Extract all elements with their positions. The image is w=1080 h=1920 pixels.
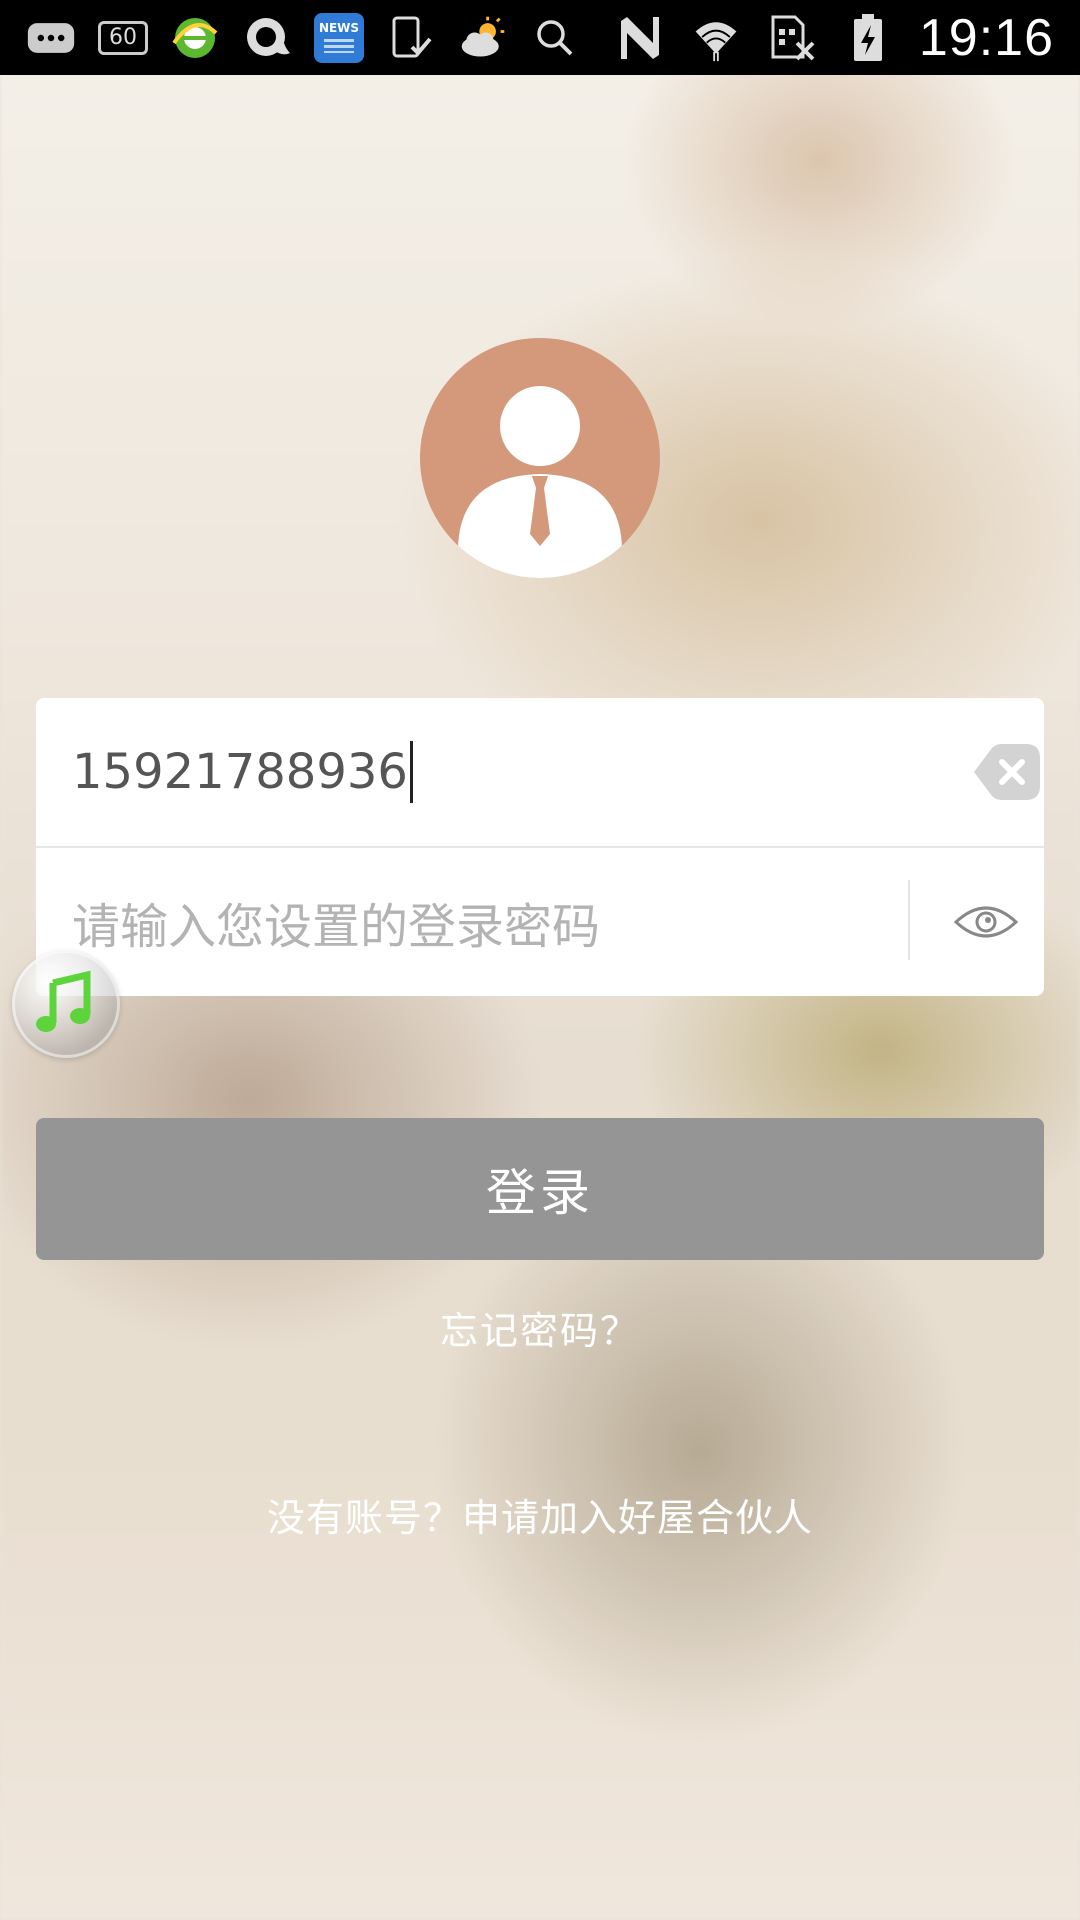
login-button[interactable]: 登录 xyxy=(36,1118,1044,1260)
battery-charging-icon xyxy=(843,13,893,63)
forgot-password-link[interactable]: 忘记密码？ xyxy=(0,1300,1080,1355)
floating-music-button[interactable] xyxy=(12,950,120,1058)
phone-input[interactable]: 15921788936 xyxy=(72,698,413,846)
password-input-placeholder: 请输入您设置的登录密码 xyxy=(72,899,601,955)
more-icon xyxy=(26,13,76,63)
nfc-icon xyxy=(615,13,665,63)
browser-e-icon xyxy=(170,13,220,63)
clock-time: 19:16 xyxy=(918,8,1054,67)
clear-input-icon xyxy=(974,744,1040,800)
clear-input-button[interactable] xyxy=(972,742,1042,802)
password-input[interactable]: 请输入您设置的登录密码 xyxy=(72,848,600,996)
status-bar: 60 NEWS 19:16 xyxy=(0,0,1080,75)
phone-check-icon xyxy=(386,13,436,63)
phone-field-row: 15921788936 xyxy=(36,698,1044,846)
toggle-password-visibility-button[interactable] xyxy=(946,882,1026,962)
news-icon: NEWS xyxy=(314,12,364,63)
password-field-row: 请输入您设置的登录密码 xyxy=(36,848,1044,996)
login-button-label: 登录 xyxy=(486,1164,594,1222)
weather-sun-cloud-icon xyxy=(458,13,508,63)
phone-input-value: 15921788936 xyxy=(72,744,408,800)
text-caret xyxy=(409,741,413,803)
search-icon xyxy=(530,13,580,63)
apply-partner-link[interactable]: 没有账号？申请加入好屋合伙人 xyxy=(0,1487,1080,1542)
vertical-separator xyxy=(908,880,910,960)
sim-off-icon xyxy=(767,13,817,63)
login-form: 15921788936 请输入您设置的登录密码 xyxy=(36,698,1044,996)
chat-bubble-icon xyxy=(242,13,292,63)
music-note-icon xyxy=(36,970,91,1032)
eye-icon xyxy=(953,906,1019,938)
wifi-icon xyxy=(691,13,741,63)
user-avatar-icon xyxy=(420,338,660,578)
sixty-badge-icon: 60 xyxy=(98,20,148,55)
